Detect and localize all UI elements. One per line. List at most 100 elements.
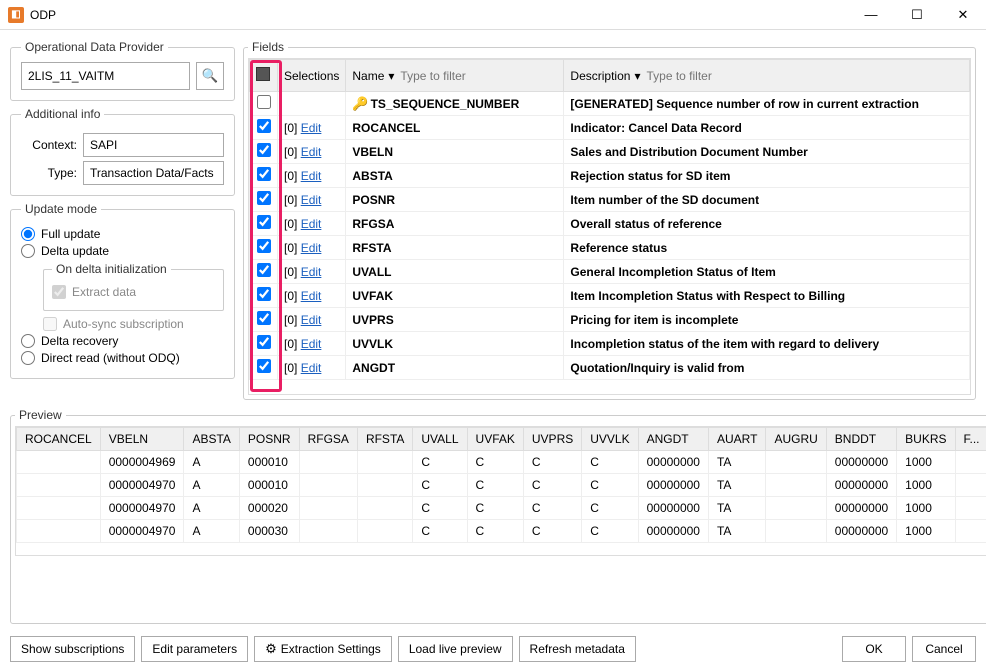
preview-column[interactable]: F... <box>955 428 986 451</box>
preview-column[interactable]: ROCANCEL <box>17 428 101 451</box>
preview-column[interactable]: UVFAK <box>467 428 523 451</box>
select-all-checkbox[interactable] <box>256 67 270 81</box>
preview-cell <box>299 520 357 543</box>
odp-group: Operational Data Provider 🔍 <box>10 40 235 101</box>
minimize-button[interactable]: — <box>848 0 894 30</box>
additional-info-group: Additional info Context: SAPI Type: Tran… <box>10 107 235 196</box>
extract-data-check <box>52 285 66 299</box>
edit-link[interactable]: Edit <box>301 217 322 231</box>
edit-link[interactable]: Edit <box>301 265 322 279</box>
preview-column[interactable]: POSNR <box>239 428 299 451</box>
odp-input[interactable] <box>21 62 190 90</box>
row-checkbox[interactable] <box>257 359 271 373</box>
field-name: UVPRS <box>352 313 393 327</box>
preview-column[interactable]: ANGDT <box>638 428 708 451</box>
app-icon: ◧ <box>8 7 24 23</box>
show-subscriptions-button[interactable]: Show subscriptions <box>10 636 135 662</box>
selection-count: [0] <box>284 169 301 183</box>
row-checkbox[interactable] <box>257 263 271 277</box>
preview-cell: 000030 <box>239 520 299 543</box>
preview-cell: 00000000 <box>638 520 708 543</box>
search-button[interactable]: 🔍 <box>196 62 224 90</box>
preview-column[interactable]: AUART <box>708 428 765 451</box>
selection-count: [0] <box>284 265 301 279</box>
preview-cell: A <box>184 497 239 520</box>
cancel-button[interactable]: Cancel <box>912 636 976 662</box>
table-row: [0] EditUVFAKItem Incompletion Status wi… <box>250 284 970 308</box>
preview-column[interactable]: RFGSA <box>299 428 357 451</box>
preview-cell <box>17 497 101 520</box>
row-checkbox[interactable] <box>257 95 271 109</box>
row-checkbox[interactable] <box>257 335 271 349</box>
desc-header-label: Description <box>570 69 630 83</box>
selection-count: [0] <box>284 313 301 327</box>
selection-count: [0] <box>284 145 301 159</box>
preview-cell: C <box>413 474 467 497</box>
close-button[interactable]: ✕ <box>940 0 986 30</box>
delta-recovery-radio[interactable] <box>21 334 35 348</box>
preview-column[interactable]: RFSTA <box>357 428 412 451</box>
preview-cell <box>766 497 826 520</box>
load-live-preview-button[interactable]: Load live preview <box>398 636 513 662</box>
row-checkbox[interactable] <box>257 167 271 181</box>
preview-column[interactable]: ABSTA <box>184 428 239 451</box>
preview-cell: C <box>523 474 581 497</box>
row-checkbox[interactable] <box>257 143 271 157</box>
edit-link[interactable]: Edit <box>301 337 322 351</box>
preview-cell: TA <box>708 497 765 520</box>
fields-group: Fields Selections Name ▾ <box>243 40 976 400</box>
edit-link[interactable]: Edit <box>301 361 322 375</box>
delta-update-radio[interactable] <box>21 244 35 258</box>
edit-link[interactable]: Edit <box>301 145 322 159</box>
preview-column[interactable]: UVALL <box>413 428 467 451</box>
selections-header[interactable]: Selections <box>278 60 346 92</box>
preview-cell: TA <box>708 520 765 543</box>
edit-link[interactable]: Edit <box>301 169 322 183</box>
preview-cell <box>766 474 826 497</box>
edit-link[interactable]: Edit <box>301 313 322 327</box>
preview-column[interactable]: BNDDT <box>826 428 896 451</box>
selection-count: [0] <box>284 241 301 255</box>
table-row: [0] EditVBELNSales and Distribution Docu… <box>250 140 970 164</box>
preview-cell: 00000000 <box>826 520 896 543</box>
maximize-button[interactable]: ☐ <box>894 0 940 30</box>
edit-link[interactable]: Edit <box>301 193 322 207</box>
ok-button[interactable]: OK <box>842 636 906 662</box>
preview-cell: 000020 <box>239 497 299 520</box>
preview-column[interactable]: UVPRS <box>523 428 581 451</box>
row-checkbox[interactable] <box>257 119 271 133</box>
preview-column[interactable]: UVVLK <box>582 428 638 451</box>
direct-read-radio[interactable] <box>21 351 35 365</box>
edit-parameters-button[interactable]: Edit parameters <box>141 636 248 662</box>
preview-cell: C <box>582 474 638 497</box>
funnel-icon: ▾ <box>634 69 640 83</box>
extraction-settings-button[interactable]: ⚙Extraction Settings <box>254 636 392 662</box>
full-update-radio[interactable] <box>21 227 35 241</box>
preview-column[interactable]: AUGRU <box>766 428 826 451</box>
name-filter-input[interactable] <box>398 67 557 85</box>
fields-table: Selections Name ▾ <box>249 59 970 380</box>
preview-column[interactable]: VBELN <box>100 428 184 451</box>
refresh-metadata-button[interactable]: Refresh metadata <box>519 636 636 662</box>
preview-cell: C <box>523 497 581 520</box>
edit-link[interactable]: Edit <box>301 289 322 303</box>
row-checkbox[interactable] <box>257 239 271 253</box>
field-desc: Incompletion status of the item with reg… <box>570 337 879 351</box>
update-mode-group: Update mode Full update Delta update On … <box>10 202 235 379</box>
row-checkbox[interactable] <box>257 287 271 301</box>
direct-read-label: Direct read (without ODQ) <box>41 351 180 365</box>
preview-cell: C <box>467 497 523 520</box>
preview-cell: C <box>413 497 467 520</box>
edit-link[interactable]: Edit <box>301 121 322 135</box>
field-desc: Item number of the SD document <box>570 193 759 207</box>
row-checkbox[interactable] <box>257 191 271 205</box>
row-checkbox[interactable] <box>257 215 271 229</box>
row-checkbox[interactable] <box>257 311 271 325</box>
table-row: 0000004969A000010CCCC00000000TA000000001… <box>17 451 986 474</box>
preview-column[interactable]: BUKRS <box>897 428 955 451</box>
extraction-settings-label: Extraction Settings <box>281 642 381 656</box>
preview-cell: 1000 <box>897 520 955 543</box>
preview-cell <box>17 520 101 543</box>
desc-filter-input[interactable] <box>644 67 963 85</box>
edit-link[interactable]: Edit <box>301 241 322 255</box>
